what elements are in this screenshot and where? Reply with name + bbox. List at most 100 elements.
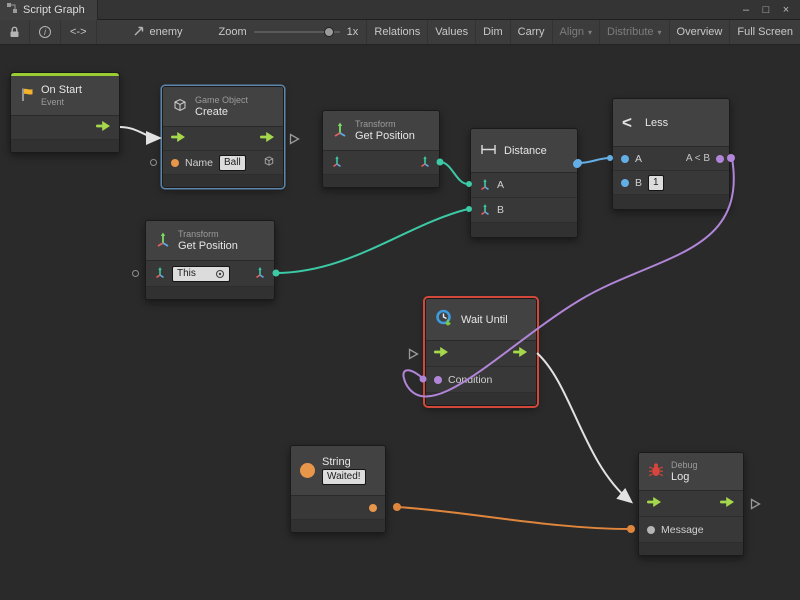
- toolbar-button-values[interactable]: Values: [427, 20, 475, 44]
- flow-out-port[interactable]: [513, 347, 528, 360]
- flow-out-port[interactable]: [720, 497, 735, 510]
- toolbar-button-overview[interactable]: Overview: [669, 20, 730, 44]
- result-output-port[interactable]: [716, 155, 724, 163]
- string-output-port[interactable]: [369, 504, 377, 512]
- target-value-field[interactable]: This: [172, 266, 230, 282]
- timer-icon: [435, 309, 454, 331]
- flow-out-port[interactable]: [260, 132, 275, 145]
- graph-name-label: enemy: [150, 26, 183, 38]
- wire-flow-onstart-to-create[interactable]: [120, 127, 158, 138]
- node-string-literal[interactable]: String Waited!: [290, 445, 386, 533]
- wire-string-to-log-message[interactable]: [397, 507, 630, 529]
- flow-in-port[interactable]: [434, 347, 449, 360]
- wire-position2-to-distance-b[interactable]: [275, 209, 468, 273]
- toolbar-button-align[interactable]: Align ▾: [552, 20, 599, 44]
- zoom-label: Zoom: [219, 26, 247, 38]
- wire-flow-wait-to-log[interactable]: [537, 353, 630, 501]
- node-title: Wait Until: [461, 314, 508, 326]
- node-title: Distance: [504, 145, 547, 157]
- position-output-port[interactable]: [419, 155, 431, 170]
- flow-in-port[interactable]: [647, 497, 662, 510]
- unconnected-port-indicator: [150, 159, 157, 166]
- port-label: B: [497, 204, 504, 216]
- wire-position1-to-distance-a[interactable]: [440, 162, 468, 184]
- info-icon[interactable]: i: [30, 20, 61, 44]
- toolbar-button-full-screen[interactable]: Full Screen: [729, 20, 800, 44]
- maximize-button[interactable]: □: [756, 0, 776, 20]
- port-label: A: [635, 153, 642, 165]
- unconnected-flow-indicator: [289, 133, 300, 145]
- node-get-position-2[interactable]: Transform Get Position This: [145, 220, 275, 300]
- transform-input-port[interactable]: [154, 266, 166, 281]
- node-title: Log: [671, 471, 698, 483]
- window-titlebar: Script Graph – □ ×: [0, 0, 800, 20]
- zoom-slider[interactable]: [254, 31, 340, 33]
- transform-icon: [332, 121, 348, 140]
- node-title: Less: [645, 117, 668, 129]
- vector-input-port-b[interactable]: [479, 203, 491, 218]
- condition-input-port[interactable]: [434, 376, 442, 384]
- node-category: Transform: [178, 229, 238, 239]
- flow-in-port[interactable]: [171, 132, 186, 145]
- node-title: Create: [195, 106, 248, 118]
- zoom-control: Zoom 1x: [211, 20, 367, 44]
- chevron-down-icon: ▾: [588, 28, 592, 37]
- input-port-a[interactable]: [621, 155, 629, 163]
- toolbar-button-relations[interactable]: Relations: [366, 20, 427, 44]
- tab-script-graph[interactable]: Script Graph: [0, 0, 98, 20]
- node-distance[interactable]: Distance A B: [470, 128, 578, 238]
- close-button[interactable]: ×: [776, 0, 796, 20]
- node-category: Game Object: [195, 95, 248, 105]
- transform-input-port[interactable]: [331, 155, 343, 170]
- zoom-slider-handle[interactable]: [324, 27, 334, 37]
- zoom-value: 1x: [347, 26, 359, 38]
- fit-window-icon[interactable]: <->: [61, 20, 97, 44]
- flag-icon: [20, 87, 34, 105]
- node-on-start-event[interactable]: On Start Event: [10, 72, 120, 153]
- node-category: Transform: [355, 119, 415, 129]
- wire-distance-to-less-a[interactable]: [578, 158, 610, 163]
- distance-result-port[interactable]: [573, 160, 581, 168]
- node-get-position-1[interactable]: Transform Get Position: [322, 110, 440, 188]
- position-output-port[interactable]: [254, 266, 266, 281]
- node-less[interactable]: < Less A A < B B 1: [612, 98, 730, 210]
- object-picker-icon: [215, 269, 225, 279]
- unconnected-port-indicator: [132, 270, 139, 277]
- less-than-icon: <: [622, 113, 632, 133]
- node-title: Get Position: [355, 130, 415, 142]
- flow-out-port[interactable]: [96, 121, 111, 134]
- node-title: String: [322, 456, 366, 468]
- node-subtitle: Event: [41, 97, 82, 107]
- string-value-field[interactable]: Waited!: [322, 469, 366, 485]
- port-label: B: [635, 177, 642, 189]
- input-port-b[interactable]: [621, 179, 629, 187]
- bug-icon: [648, 462, 664, 481]
- node-create-game-object[interactable]: Game Object Create Name Ball: [162, 86, 284, 188]
- port-label: Name: [185, 157, 213, 169]
- graph-toolbar: i <-> enemy Zoom 1x Relations Values Dim…: [0, 20, 800, 45]
- b-value-field[interactable]: 1: [648, 175, 664, 191]
- toolbar-button-distribute[interactable]: Distribute ▾: [599, 20, 668, 44]
- cube-icon: [172, 97, 188, 116]
- graph-window-icon: [6, 2, 18, 17]
- node-debug-log[interactable]: Debug Log Message: [638, 452, 744, 556]
- message-input-port[interactable]: [647, 526, 655, 534]
- name-value-field[interactable]: Ball: [219, 155, 246, 171]
- node-wait-until[interactable]: Wait Until Condition: [425, 298, 537, 406]
- unconnected-flow-indicator: [408, 348, 419, 360]
- toolbar-button-dim[interactable]: Dim: [475, 20, 510, 44]
- minimize-button[interactable]: –: [736, 0, 756, 20]
- chevron-down-icon: ▾: [658, 28, 662, 37]
- node-title: Get Position: [178, 240, 238, 252]
- lock-icon[interactable]: [0, 20, 30, 44]
- port-label: Message: [661, 524, 704, 536]
- name-input-port[interactable]: [171, 159, 179, 167]
- port-label: Condition: [448, 374, 492, 386]
- tab-title: Script Graph: [23, 4, 85, 16]
- graph-canvas[interactable]: On Start Event Game Object Create: [0, 45, 800, 600]
- vector-input-port-a[interactable]: [479, 178, 491, 193]
- toolbar-button-carry[interactable]: Carry: [510, 20, 552, 44]
- window-controls: – □ ×: [736, 0, 800, 20]
- graph-breadcrumb[interactable]: enemy: [123, 20, 193, 44]
- unconnected-flow-indicator: [750, 498, 761, 510]
